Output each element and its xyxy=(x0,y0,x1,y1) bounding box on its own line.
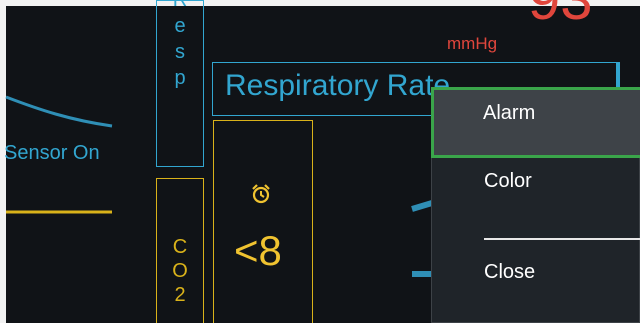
resp-letter: R xyxy=(172,0,188,11)
co2-letter: 2 xyxy=(174,284,186,306)
menu-item-label: Alarm xyxy=(483,102,536,124)
monitor-screen: Sensor On R e s p C O 2 93 mmHg Respirat… xyxy=(0,0,640,323)
rr-alarm-panel[interactable]: <8 xyxy=(213,120,313,323)
resp-letter: p xyxy=(174,67,186,89)
rr-trend-mark-top xyxy=(411,200,433,212)
resp-channel-tab[interactable]: R e s p xyxy=(156,0,204,167)
respiration-waveform xyxy=(5,95,113,128)
respiratory-rate-title: Respiratory Rate xyxy=(225,69,451,102)
menu-item-label: Close xyxy=(484,261,536,283)
co2-letter: O xyxy=(172,260,188,282)
menu-item-color[interactable]: Color xyxy=(432,161,640,213)
alarm-clock-icon xyxy=(252,184,270,204)
resp-letter: e xyxy=(174,15,186,37)
co2-letter: C xyxy=(172,236,188,258)
blood-pressure-unit: mmHg xyxy=(447,34,498,53)
co2-channel-label: C O 2 xyxy=(157,235,203,307)
context-menu: Alarm Color Close xyxy=(431,87,640,323)
co2-channel-tab[interactable]: C O 2 xyxy=(156,178,204,323)
blood-pressure-value: 93 xyxy=(528,0,593,33)
resp-channel-label: R e s p xyxy=(157,0,203,91)
menu-item-alarm[interactable]: Alarm xyxy=(431,87,640,158)
menu-item-close[interactable]: Close xyxy=(432,251,640,303)
menu-separator xyxy=(484,238,640,240)
rr-alarm-threshold: <8 xyxy=(234,227,282,274)
sensor-status-label: Sensor On xyxy=(4,142,100,164)
resp-letter: s xyxy=(175,41,185,63)
menu-item-label: Color xyxy=(484,170,532,192)
